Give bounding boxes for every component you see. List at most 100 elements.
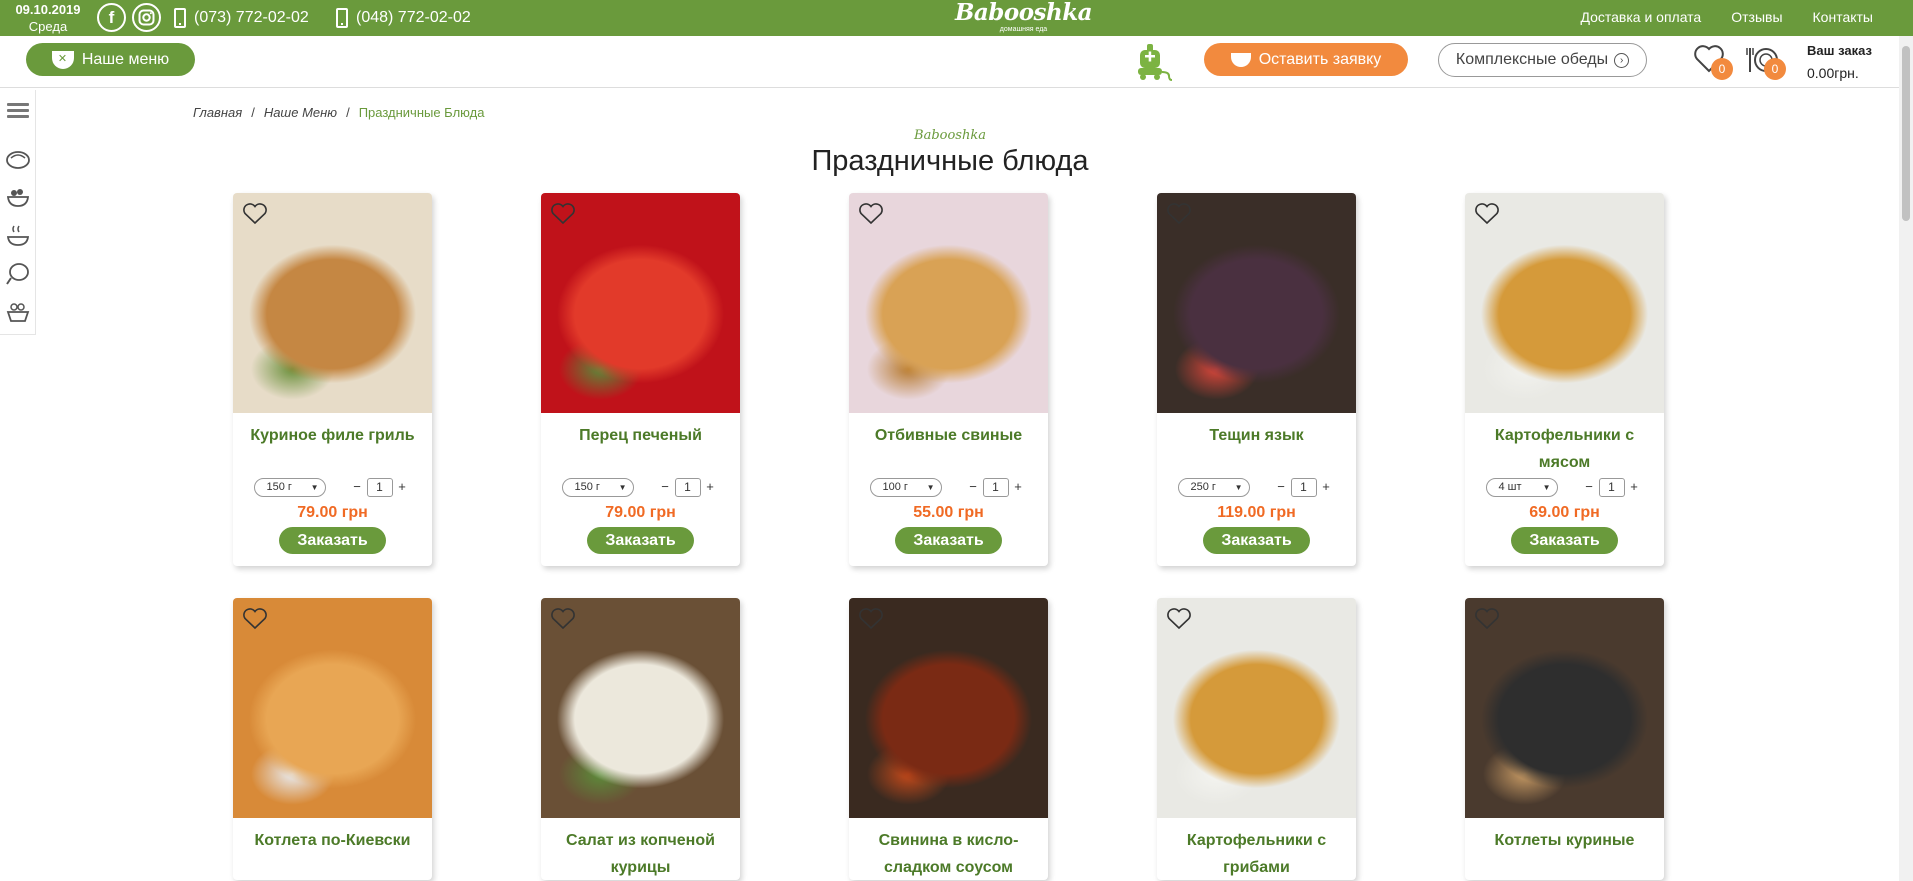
favorite-heart-icon[interactable] xyxy=(858,607,884,631)
favorite-heart-icon[interactable] xyxy=(858,202,884,226)
product-image[interactable] xyxy=(541,598,740,818)
portion-select[interactable]: 150 г xyxy=(561,477,634,497)
product-image[interactable] xyxy=(1157,193,1356,413)
favorite-heart-icon[interactable] xyxy=(550,202,576,226)
nav-contacts[interactable]: Контакты xyxy=(1813,9,1873,25)
product-title[interactable]: Тещин язык xyxy=(1157,413,1356,475)
favorite-heart-icon[interactable] xyxy=(1474,202,1500,226)
product-card[interactable]: Картофельники с мясом4 шт −1+69.00 грн Зак… xyxy=(1465,193,1664,566)
product-title[interactable]: Свинина в кисло-сладком соусом xyxy=(849,818,1048,880)
order-button[interactable]: Заказать xyxy=(895,527,1002,554)
portion-select[interactable]: 4 шт xyxy=(1485,477,1558,497)
order-button[interactable]: Заказать xyxy=(587,527,694,554)
product-card[interactable]: Свинина в кисло-сладком соусом xyxy=(849,598,1048,880)
product-options: 150 г −1+ xyxy=(541,475,740,499)
product-title[interactable]: Картофельники с мясом xyxy=(1465,413,1664,475)
facebook-icon[interactable]: f xyxy=(97,3,126,32)
scrollbar[interactable] xyxy=(1899,36,1913,881)
favorite-heart-icon[interactable] xyxy=(550,607,576,631)
quantity-increase-button[interactable]: + xyxy=(1625,478,1644,497)
favorite-heart-icon[interactable] xyxy=(242,202,268,226)
product-image[interactable] xyxy=(541,193,740,413)
portion-select[interactable]: 250 г xyxy=(1177,477,1250,497)
order-button[interactable]: Заказать xyxy=(1203,527,1310,554)
product-card[interactable]: Котлета по-Киевски xyxy=(233,598,432,880)
leave-request-button[interactable]: Оставить заявку xyxy=(1204,43,1408,76)
product-card[interactable]: Тещин язык250 г−1+119.00 грнЗаказать xyxy=(1157,193,1356,566)
complex-lunch-label: Комплексные обеды xyxy=(1455,51,1609,68)
quantity-input[interactable]: 1 xyxy=(982,477,1009,497)
product-price: 69.00 грн xyxy=(1529,504,1600,521)
product-card[interactable]: Куриное филе гриль150 г−1+79.00 грнЗаказ… xyxy=(233,193,432,566)
product-image[interactable] xyxy=(849,598,1048,818)
product-title[interactable]: Куриное филе гриль xyxy=(233,413,432,475)
order-summary[interactable]: Ваш заказ 0.00грн. xyxy=(1807,40,1872,84)
favorite-heart-icon[interactable] xyxy=(1166,607,1192,631)
product-title[interactable]: Котлеты куриные xyxy=(1465,818,1664,880)
product-image[interactable] xyxy=(849,193,1048,413)
favorite-heart-icon[interactable] xyxy=(242,607,268,631)
phone-2[interactable]: (048) 772-02-02 xyxy=(336,8,471,28)
product-card[interactable]: Котлеты куриные xyxy=(1465,598,1664,880)
pie-category-icon[interactable] xyxy=(5,146,31,172)
quantity-input[interactable]: 1 xyxy=(366,477,393,497)
order-button[interactable]: Заказать xyxy=(1511,527,1618,554)
quantity-decrease-button[interactable]: − xyxy=(964,478,983,497)
quantity-input[interactable]: 1 xyxy=(674,477,701,497)
our-menu-button[interactable]: Наше меню xyxy=(26,43,195,76)
quantity-increase-button[interactable]: + xyxy=(1009,478,1028,497)
product-image[interactable] xyxy=(233,598,432,818)
product-options: 100 г −1+ xyxy=(849,475,1048,499)
soup-category-icon[interactable] xyxy=(5,222,31,248)
quantity-increase-button[interactable]: + xyxy=(701,478,720,497)
meat-category-icon[interactable] xyxy=(5,260,31,286)
quantity-decrease-button[interactable]: − xyxy=(1580,478,1599,497)
quantity-increase-button[interactable]: + xyxy=(393,478,412,497)
product-price: 55.00 грн xyxy=(913,504,984,521)
favorite-heart-icon[interactable] xyxy=(1474,607,1500,631)
product-card[interactable]: Салат из копченой курицы xyxy=(541,598,740,880)
phone-1[interactable]: (073) 772-02-02 xyxy=(174,8,309,28)
product-title[interactable]: Котлета по-Киевски xyxy=(233,818,432,880)
quantity-decrease-button[interactable]: − xyxy=(656,478,675,497)
product-options: 250 г −1+ xyxy=(1157,475,1356,499)
complex-lunch-button[interactable]: Комплексные обеды › xyxy=(1438,43,1647,77)
product-title[interactable]: Отбивные свиные xyxy=(849,413,1048,475)
nav-reviews[interactable]: Отзывы xyxy=(1731,9,1782,25)
product-title[interactable]: Картофельники с грибами xyxy=(1157,818,1356,880)
product-image[interactable] xyxy=(1465,193,1664,413)
quantity-decrease-button[interactable]: − xyxy=(348,478,367,497)
nav-delivery[interactable]: Доставка и оплата xyxy=(1580,9,1701,25)
scrollbar-thumb[interactable] xyxy=(1902,46,1910,221)
quantity-decrease-button[interactable]: − xyxy=(1272,478,1291,497)
salad-category-icon[interactable] xyxy=(5,184,31,210)
order-button[interactable]: Заказать xyxy=(279,527,386,554)
quantity-increase-button[interactable]: + xyxy=(1317,478,1336,497)
favorites-button[interactable]: 0 xyxy=(1693,44,1733,80)
portion-select[interactable]: 150 г xyxy=(253,477,326,497)
cart-count-badge: 0 xyxy=(1764,58,1786,80)
product-image[interactable] xyxy=(1465,598,1664,818)
instagram-icon[interactable] xyxy=(132,3,161,32)
dessert-category-icon[interactable] xyxy=(5,298,31,324)
product-card[interactable]: Картофельники с грибами xyxy=(1157,598,1356,880)
product-card[interactable]: Отбивные свиные100 г −1+55.00 грн Заказать xyxy=(849,193,1048,566)
breadcrumb-home[interactable]: Главная xyxy=(193,105,242,120)
cart-button[interactable]: 0 xyxy=(1746,44,1786,80)
logo-name: Babooshka xyxy=(954,0,1093,26)
quantity-input[interactable]: 1 xyxy=(1290,477,1317,497)
product-options: 4 шт −1+ xyxy=(1465,475,1664,499)
hamburger-icon[interactable] xyxy=(5,100,31,126)
product-title[interactable]: Салат из копченой курицы xyxy=(541,818,740,880)
product-image[interactable] xyxy=(1157,598,1356,818)
product-card[interactable]: Перец печеный150 г−1+79.00 грнЗаказать xyxy=(541,193,740,566)
site-logo[interactable]: Babooshka домашняя еда xyxy=(951,0,1096,36)
delivery-robot-icon[interactable] xyxy=(1131,42,1175,82)
secondary-bar: Наше меню Оставить заявку Комплексные об… xyxy=(0,36,1913,88)
product-title[interactable]: Перец печеный xyxy=(541,413,740,475)
portion-select[interactable]: 100 г xyxy=(869,477,942,497)
favorite-heart-icon[interactable] xyxy=(1166,202,1192,226)
breadcrumb-menu[interactable]: Наше Меню xyxy=(264,105,337,120)
product-image[interactable] xyxy=(233,193,432,413)
quantity-input[interactable]: 1 xyxy=(1598,477,1625,497)
